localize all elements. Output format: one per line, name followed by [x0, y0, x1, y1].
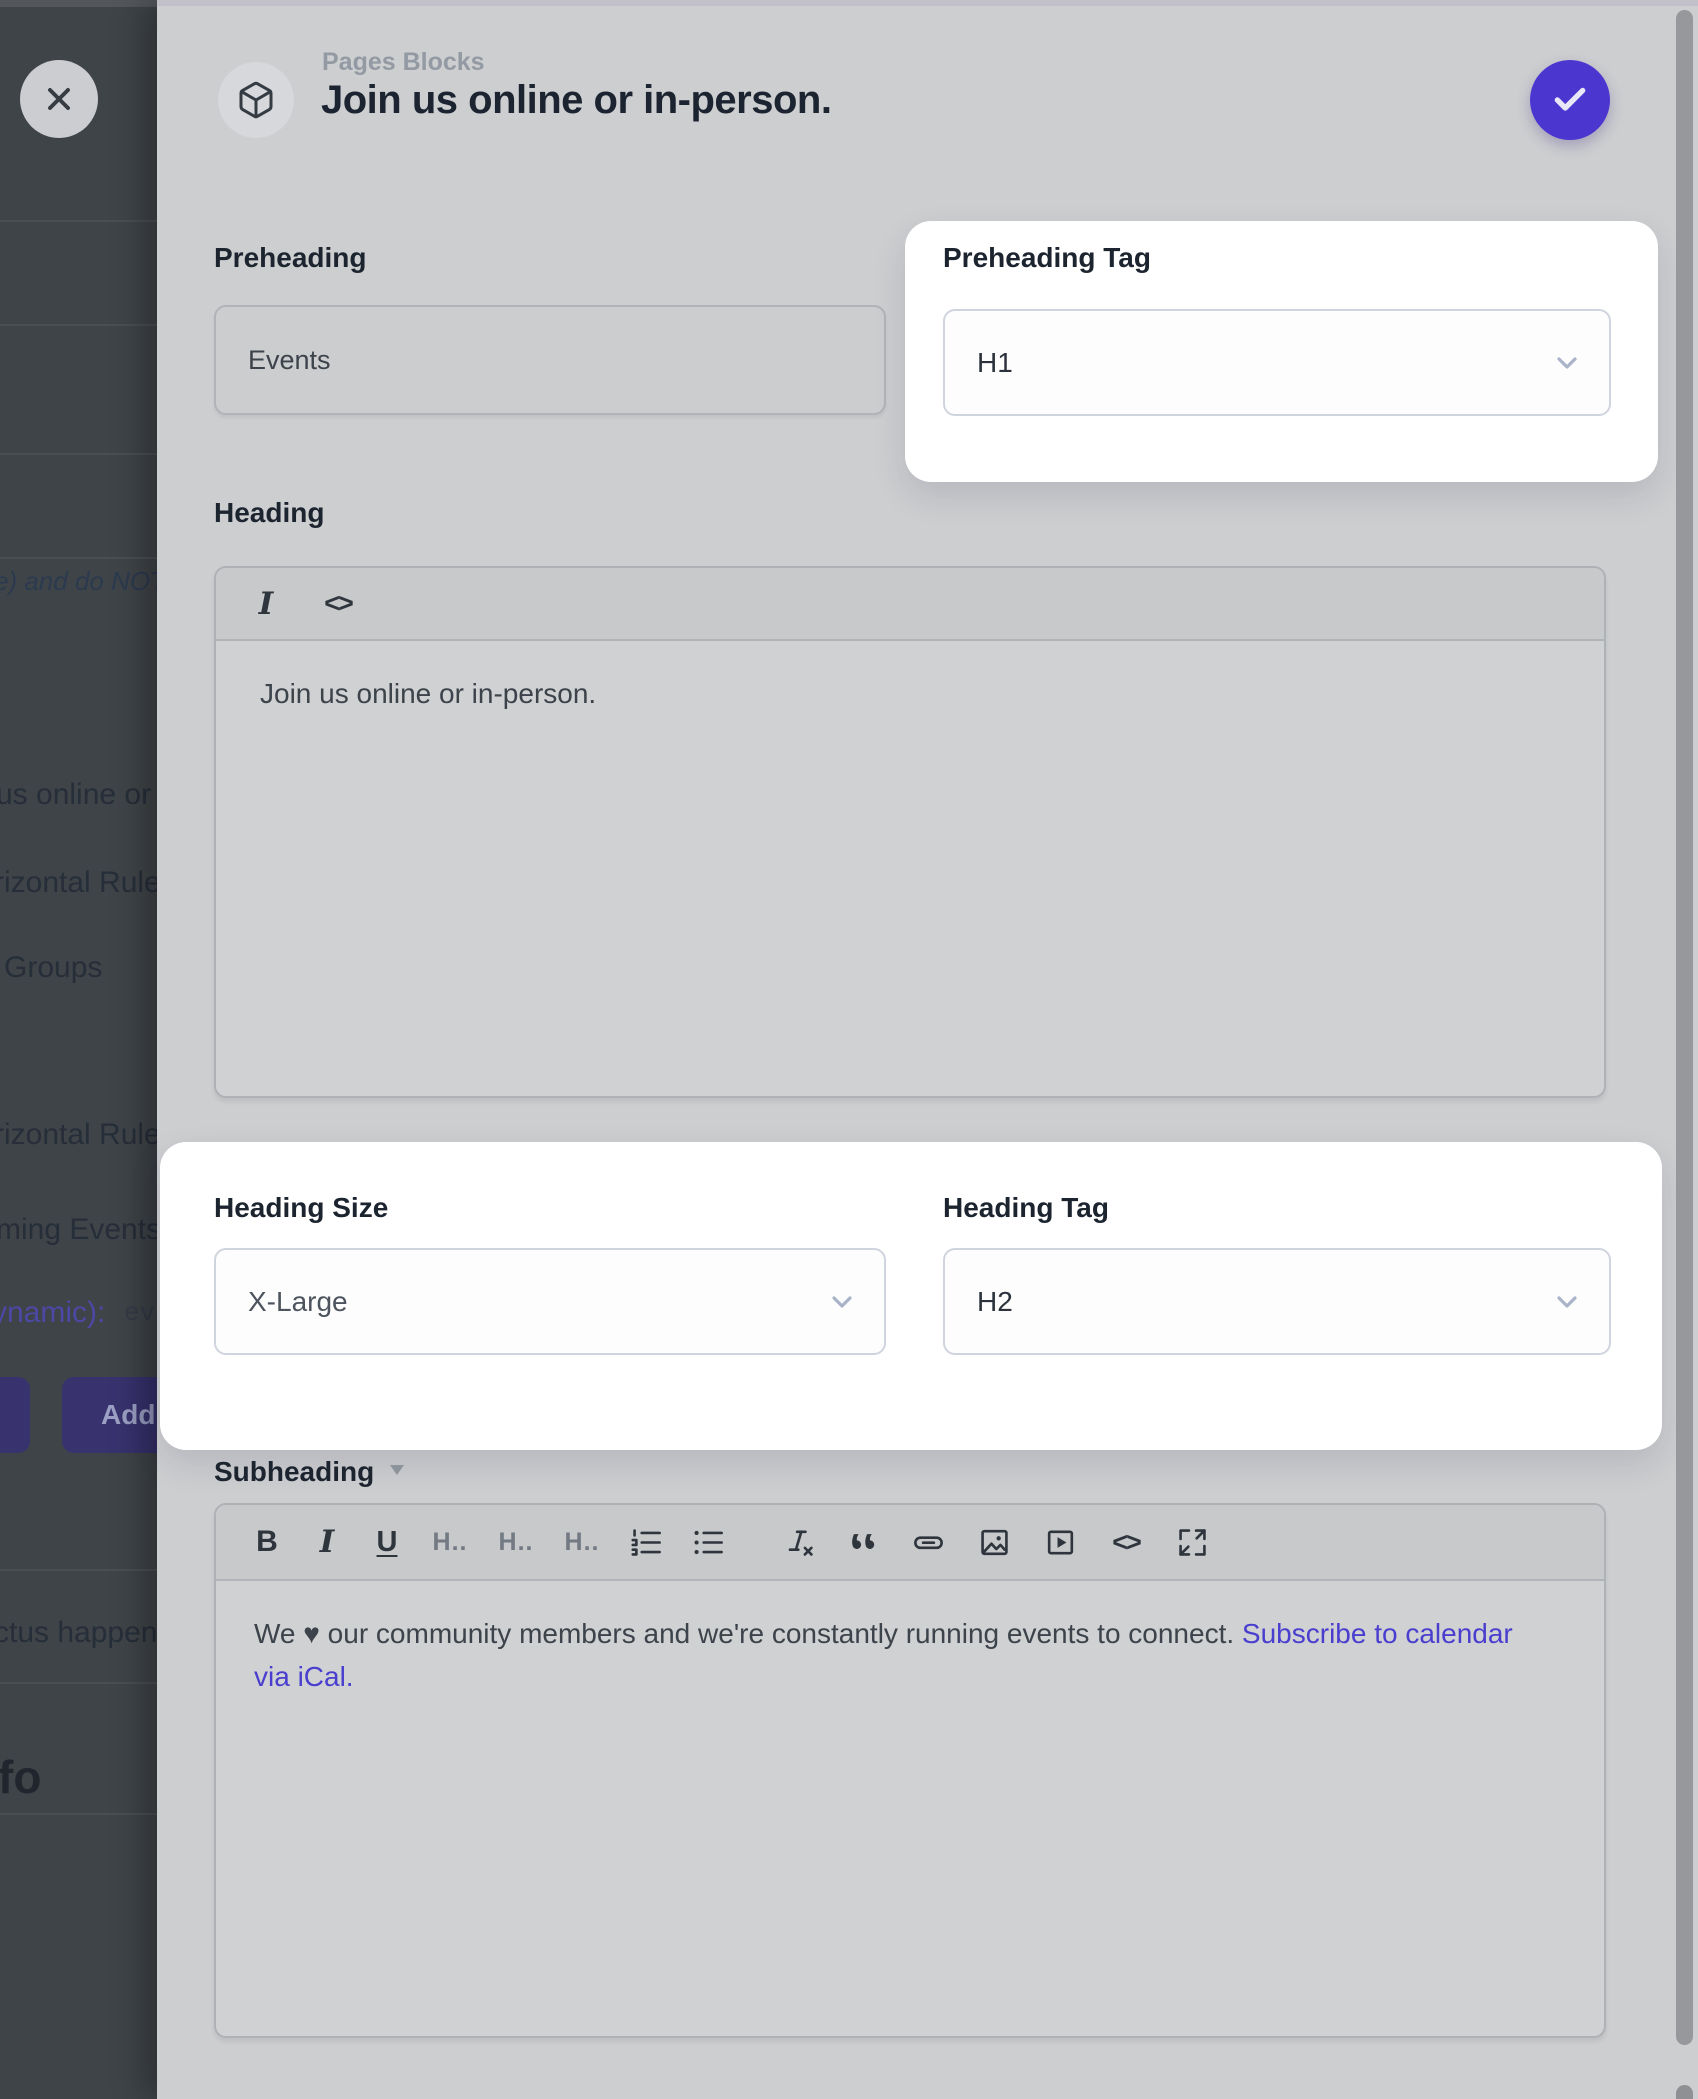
quote-icon	[848, 1527, 879, 1558]
preheading-input[interactable]: Events	[214, 305, 886, 415]
italic-icon: I	[320, 1524, 335, 1560]
video-button[interactable]	[1036, 1516, 1084, 1568]
clear-format-button[interactable]	[776, 1516, 822, 1568]
heading-label: Heading	[214, 497, 324, 529]
underline-button[interactable]: U	[366, 1516, 408, 1568]
ordered-list-icon	[631, 1527, 662, 1558]
image-icon	[979, 1527, 1010, 1558]
background-text-fragment: ming Events	[0, 1213, 157, 1247]
divider	[0, 1569, 157, 1571]
heading3-icon: H..	[565, 1528, 600, 1557]
scrollbar-thumb[interactable]	[1676, 10, 1693, 2045]
block-icon-circle	[218, 62, 294, 138]
italic-icon: I	[259, 586, 274, 622]
subheading-editor-content[interactable]: We ♥ our community members and we're con…	[254, 1612, 1544, 1698]
code-icon: <>	[1112, 1527, 1140, 1558]
heading1-icon: H..	[433, 1528, 468, 1557]
subheading-label-text: Subheading	[214, 1456, 374, 1487]
partial-button	[0, 1377, 30, 1453]
link-button[interactable]	[904, 1516, 952, 1568]
add-button: Add	[62, 1377, 157, 1453]
heading1-button[interactable]: H..	[426, 1516, 474, 1568]
chevron-down-icon	[1551, 347, 1583, 379]
divider	[0, 220, 157, 222]
background-text-fragment: rizontal Rule	[0, 866, 157, 900]
heading-tag-select[interactable]: H2	[943, 1248, 1611, 1355]
expand-icon	[1177, 1527, 1208, 1558]
heading-size-label: Heading Size	[214, 1192, 388, 1224]
background-text-fragment: rizontal Rule	[0, 1118, 157, 1152]
top-strip	[0, 0, 157, 7]
chevron-down-icon	[826, 1286, 858, 1318]
scrollbar-stub	[1676, 2085, 1693, 2099]
screen: e) and do NOT us online or i rizontal Ru…	[0, 0, 1698, 2099]
code-button[interactable]: <>	[1102, 1516, 1150, 1568]
heading-size-tag-card: Heading Size X-Large Heading Tag H2	[160, 1142, 1662, 1450]
fullscreen-button[interactable]	[1168, 1516, 1216, 1568]
top-strip	[157, 0, 1698, 6]
cube-icon	[236, 80, 276, 120]
check-icon	[1551, 81, 1589, 119]
heading-toolbar: I <>	[216, 568, 1604, 641]
preheading-label: Preheading	[214, 242, 366, 274]
divider	[0, 1682, 157, 1684]
subheading-text: We ♥ our community members and we're con…	[254, 1618, 1242, 1649]
underline-icon: U	[377, 1526, 398, 1559]
background-text-fragment: Groups	[4, 951, 102, 985]
close-icon	[41, 81, 77, 117]
preheading-tag-label: Preheading Tag	[943, 242, 1151, 274]
confirm-button[interactable]	[1530, 60, 1610, 140]
bullet-list-button[interactable]	[686, 1516, 730, 1568]
clear-format-icon	[784, 1527, 815, 1558]
divider	[0, 453, 157, 455]
heading-size-value: X-Large	[248, 1286, 348, 1318]
divider	[0, 557, 157, 559]
blockquote-button[interactable]	[840, 1516, 886, 1568]
bullet-list-icon	[693, 1527, 724, 1558]
bold-icon: B	[256, 1525, 278, 1559]
heading-size-select[interactable]: X-Large	[214, 1248, 886, 1355]
background-text-fragment: ynamic):	[0, 1296, 105, 1330]
close-button[interactable]	[20, 60, 98, 138]
video-icon	[1045, 1527, 1076, 1558]
triangle-down-icon[interactable]	[388, 1452, 406, 1484]
preheading-tag-card: Preheading Tag H1	[905, 221, 1658, 482]
bold-button[interactable]: B	[246, 1516, 288, 1568]
heading-tag-value: H2	[977, 1286, 1013, 1318]
image-button[interactable]	[970, 1516, 1018, 1568]
heading2-button[interactable]: H..	[492, 1516, 540, 1568]
subheading-toolbar: B I U H.. H.. H..	[216, 1505, 1604, 1581]
background-text-fragment: fo	[0, 1750, 41, 1804]
code-button[interactable]: <>	[314, 579, 362, 629]
background-text-fragment: us online or i	[0, 778, 157, 812]
heading2-icon: H..	[499, 1528, 534, 1557]
heading-editor: I <> Join us online or in-person.	[214, 566, 1606, 1098]
heading3-button[interactable]: H..	[558, 1516, 606, 1568]
page-title: Join us online or in-person.	[321, 78, 831, 123]
background-text-fragment: e) and do NOT	[0, 566, 157, 597]
heading-editor-content[interactable]: Join us online or in-person.	[260, 678, 1564, 710]
background-text-fragment: ctus happen	[0, 1616, 157, 1650]
italic-button[interactable]: I	[306, 1516, 348, 1568]
breadcrumb: Pages Blocks	[322, 48, 485, 77]
chevron-down-icon	[1551, 1286, 1583, 1318]
background-sidebar: e) and do NOT us online or i rizontal Ru…	[0, 0, 157, 2099]
heading-tag-label: Heading Tag	[943, 1192, 1109, 1224]
background-text-fragment: ev	[124, 1298, 155, 1328]
divider	[0, 324, 157, 326]
preheading-tag-select[interactable]: H1	[943, 309, 1611, 416]
subheading-label: Subheading	[214, 1452, 406, 1488]
preheading-value: Events	[248, 345, 331, 376]
subheading-editor: B I U H.. H.. H..	[214, 1503, 1606, 2038]
divider	[0, 1813, 157, 1815]
italic-button[interactable]: I	[244, 579, 288, 629]
block-editor-panel: Pages Blocks Join us online or in-person…	[157, 0, 1698, 2099]
link-icon	[913, 1527, 944, 1558]
preheading-tag-value: H1	[977, 347, 1013, 379]
ordered-list-button[interactable]	[624, 1516, 668, 1568]
code-icon: <>	[324, 588, 352, 619]
